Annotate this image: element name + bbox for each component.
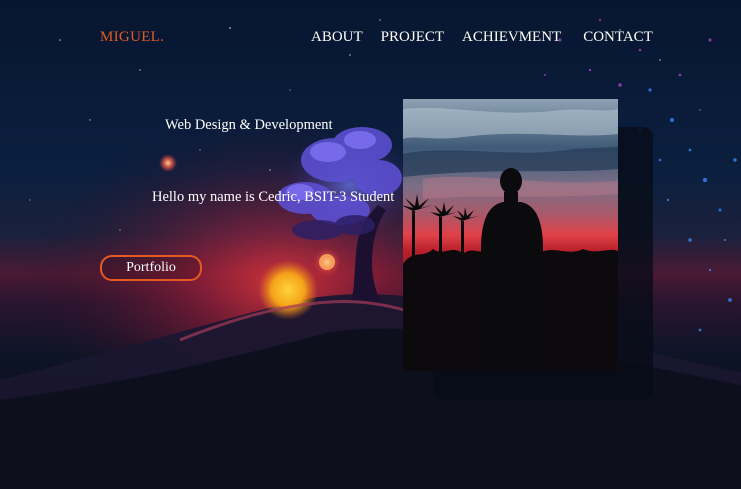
nav-link-project[interactable]: PROJECT	[381, 29, 444, 46]
nav-link-achievement[interactable]: ACHIEVMENT	[462, 29, 561, 46]
site-logo[interactable]: MIGUEL.	[100, 29, 164, 46]
nav-link-contact[interactable]: CONTACT	[583, 29, 653, 46]
nav-links: ABOUT PROJECT ACHIEVMENT CONTACT	[311, 29, 653, 46]
hero-subtitle: Web Design & Development	[165, 117, 333, 133]
nav-link-about[interactable]: ABOUT	[311, 29, 363, 46]
hero-intro-text: Hello my name is Cedric, BSIT-3 Student	[152, 189, 395, 205]
portrait-photo	[403, 99, 618, 371]
top-navigation: MIGUEL. ABOUT PROJECT ACHIEVMENT CONTACT	[0, 0, 741, 72]
silhouette-image	[403, 99, 618, 371]
portfolio-button[interactable]: Portfolio	[100, 255, 202, 281]
